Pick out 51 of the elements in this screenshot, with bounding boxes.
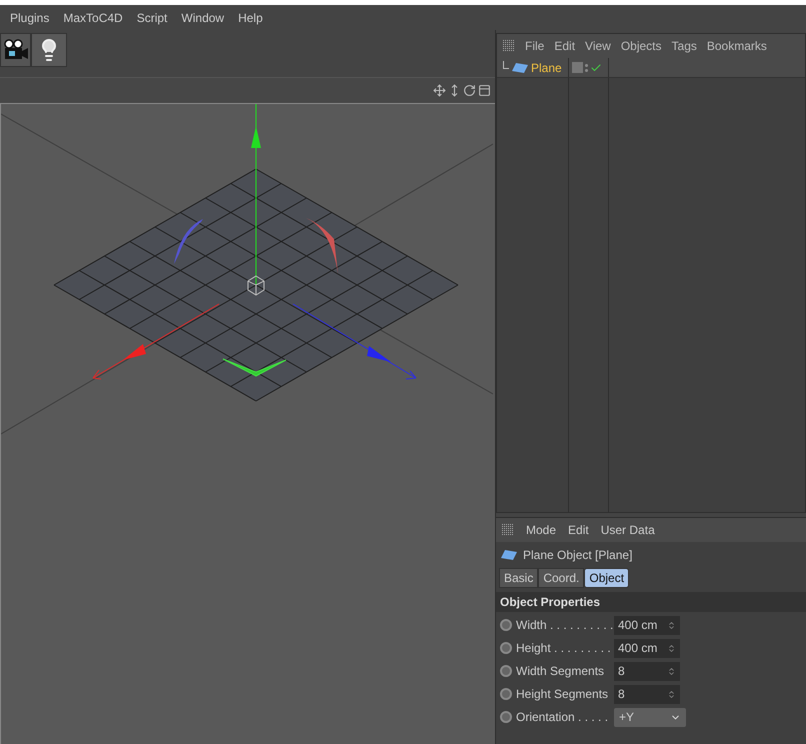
stepper-icon[interactable]	[667, 644, 676, 652]
section-header: Object Properties	[496, 592, 806, 612]
number-field[interactable]: 400 cm	[614, 638, 680, 658]
menu-item[interactable]: Help	[238, 8, 263, 26]
menu-item[interactable]: MaxToC4D	[63, 8, 123, 26]
menu-item[interactable]: Window	[181, 8, 224, 26]
camera-icon	[2, 39, 28, 61]
rotation-band	[174, 219, 203, 264]
menu-item[interactable]: User Data	[600, 521, 655, 539]
object-name: Plane	[531, 60, 562, 76]
camera-button[interactable]	[0, 33, 31, 67]
tab[interactable]: Basic	[499, 568, 538, 588]
move-icon[interactable]	[433, 84, 446, 97]
dropdown[interactable]: +Y	[614, 708, 686, 726]
menu-item[interactable]: Script	[136, 8, 168, 26]
menu-item[interactable]: Plugins	[10, 8, 50, 26]
object-row[interactable]: Plane	[497, 58, 805, 78]
window-icon[interactable]	[478, 84, 491, 97]
menu-item[interactable]: Mode	[526, 521, 556, 539]
property-label: Height Segments	[516, 686, 610, 703]
number-field[interactable]: 8	[614, 662, 680, 680]
light-button[interactable]	[31, 33, 67, 67]
menu-item[interactable]: File	[525, 37, 544, 55]
menu-item[interactable]: Edit	[554, 37, 576, 55]
tab[interactable]: Object	[584, 568, 630, 588]
property-label: Width Segments	[516, 663, 606, 680]
menu-item[interactable]: Tags	[672, 37, 697, 55]
object-axis-cube-icon	[248, 276, 264, 296]
stepper-icon[interactable]	[667, 620, 676, 630]
rotate-icon[interactable]	[463, 84, 476, 97]
menu-item[interactable]: Bookmarks	[706, 37, 767, 55]
layer-icon	[572, 62, 583, 73]
rotation-band	[222, 358, 286, 377]
menu-item[interactable]: Edit	[568, 521, 589, 539]
plane-icon	[512, 62, 528, 72]
menu-item[interactable]: View	[585, 37, 611, 55]
plane-icon	[501, 550, 517, 560]
property-label: Height . . . . . . . . .	[516, 640, 612, 657]
property-label: Width . . . . . . . . . .	[516, 617, 612, 634]
tab[interactable]: Coord.	[538, 568, 584, 588]
object-title: Plane Object [Plane]	[523, 547, 632, 564]
number-field[interactable]: 8	[614, 684, 680, 704]
number-field[interactable]: 400 cm	[614, 616, 680, 634]
rotation-band	[306, 218, 338, 274]
property-label: Orientation . . . . .	[516, 709, 610, 726]
tree-line-icon	[503, 60, 509, 68]
menu-item[interactable]: Objects	[620, 37, 662, 55]
stepper-icon[interactable]	[667, 690, 676, 698]
stepper-icon[interactable]	[667, 666, 676, 676]
check-icon[interactable]	[590, 62, 602, 74]
visibility-dots-icon[interactable]	[585, 64, 588, 72]
